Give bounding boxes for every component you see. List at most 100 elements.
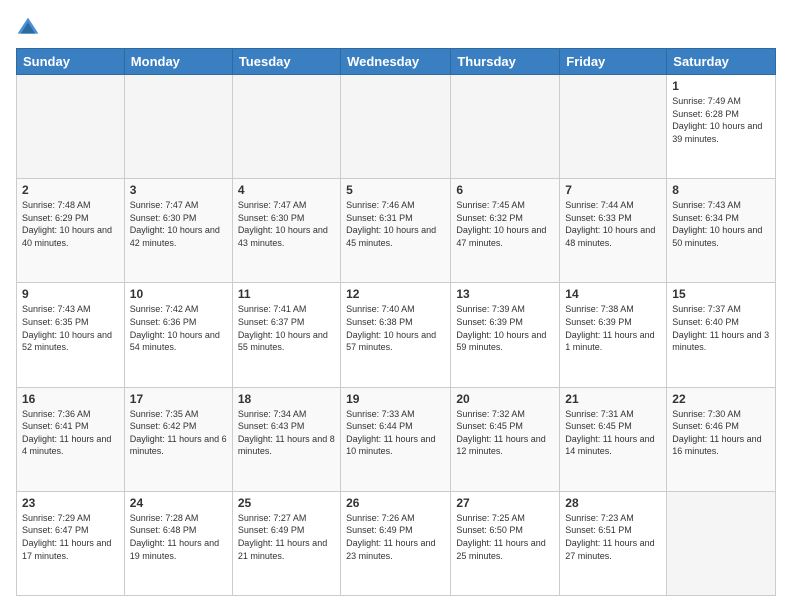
calendar-cell: 11 Sunrise: 7:41 AM Sunset: 6:37 PM Dayl… xyxy=(232,283,340,387)
logo xyxy=(16,16,42,40)
weekday-header: Sunday xyxy=(17,49,125,75)
calendar-cell: 1 Sunrise: 7:49 AM Sunset: 6:28 PM Dayli… xyxy=(667,75,776,179)
sunset-label: Sunset: 6:42 PM xyxy=(130,421,197,431)
calendar-cell: 16 Sunrise: 7:36 AM Sunset: 6:41 PM Dayl… xyxy=(17,387,125,491)
sunrise-label: Sunrise: 7:39 AM xyxy=(456,304,525,314)
day-info: Sunrise: 7:35 AM Sunset: 6:42 PM Dayligh… xyxy=(130,408,227,458)
calendar-cell: 4 Sunrise: 7:47 AM Sunset: 6:30 PM Dayli… xyxy=(232,179,340,283)
day-number: 28 xyxy=(565,496,661,510)
sunset-label: Sunset: 6:38 PM xyxy=(346,317,413,327)
daylight-label: Daylight: 10 hours and 59 minutes. xyxy=(456,330,546,353)
weekday-header: Thursday xyxy=(451,49,560,75)
daylight-label: Daylight: 10 hours and 54 minutes. xyxy=(130,330,220,353)
day-number: 16 xyxy=(22,392,119,406)
sunset-label: Sunset: 6:40 PM xyxy=(672,317,739,327)
sunset-label: Sunset: 6:49 PM xyxy=(346,525,413,535)
calendar-cell: 24 Sunrise: 7:28 AM Sunset: 6:48 PM Dayl… xyxy=(124,491,232,595)
day-number: 2 xyxy=(22,183,119,197)
day-info: Sunrise: 7:23 AM Sunset: 6:51 PM Dayligh… xyxy=(565,512,661,562)
sunrise-label: Sunrise: 7:23 AM xyxy=(565,513,634,523)
calendar-cell: 18 Sunrise: 7:34 AM Sunset: 6:43 PM Dayl… xyxy=(232,387,340,491)
calendar-cell xyxy=(451,75,560,179)
sunrise-label: Sunrise: 7:43 AM xyxy=(672,200,741,210)
sunrise-label: Sunrise: 7:38 AM xyxy=(565,304,634,314)
day-number: 8 xyxy=(672,183,770,197)
sunset-label: Sunset: 6:51 PM xyxy=(565,525,632,535)
calendar-cell xyxy=(560,75,667,179)
day-info: Sunrise: 7:44 AM Sunset: 6:33 PM Dayligh… xyxy=(565,199,661,249)
daylight-label: Daylight: 11 hours and 14 minutes. xyxy=(565,434,654,457)
sunrise-label: Sunrise: 7:41 AM xyxy=(238,304,307,314)
day-number: 18 xyxy=(238,392,335,406)
daylight-label: Daylight: 10 hours and 57 minutes. xyxy=(346,330,436,353)
sunset-label: Sunset: 6:47 PM xyxy=(22,525,89,535)
sunrise-label: Sunrise: 7:44 AM xyxy=(565,200,634,210)
page: SundayMondayTuesdayWednesdayThursdayFrid… xyxy=(0,0,792,612)
weekday-header: Friday xyxy=(560,49,667,75)
weekday-header: Tuesday xyxy=(232,49,340,75)
sunset-label: Sunset: 6:49 PM xyxy=(238,525,305,535)
day-info: Sunrise: 7:43 AM Sunset: 6:35 PM Dayligh… xyxy=(22,303,119,353)
daylight-label: Daylight: 11 hours and 27 minutes. xyxy=(565,538,654,561)
day-number: 7 xyxy=(565,183,661,197)
daylight-label: Daylight: 11 hours and 10 minutes. xyxy=(346,434,435,457)
sunset-label: Sunset: 6:50 PM xyxy=(456,525,523,535)
daylight-label: Daylight: 11 hours and 23 minutes. xyxy=(346,538,435,561)
sunrise-label: Sunrise: 7:47 AM xyxy=(238,200,307,210)
calendar-cell: 21 Sunrise: 7:31 AM Sunset: 6:45 PM Dayl… xyxy=(560,387,667,491)
sunrise-label: Sunrise: 7:32 AM xyxy=(456,409,525,419)
daylight-label: Daylight: 11 hours and 6 minutes. xyxy=(130,434,227,457)
day-info: Sunrise: 7:29 AM Sunset: 6:47 PM Dayligh… xyxy=(22,512,119,562)
calendar-cell: 23 Sunrise: 7:29 AM Sunset: 6:47 PM Dayl… xyxy=(17,491,125,595)
day-info: Sunrise: 7:48 AM Sunset: 6:29 PM Dayligh… xyxy=(22,199,119,249)
sunset-label: Sunset: 6:37 PM xyxy=(238,317,305,327)
daylight-label: Daylight: 11 hours and 16 minutes. xyxy=(672,434,761,457)
calendar-cell: 2 Sunrise: 7:48 AM Sunset: 6:29 PM Dayli… xyxy=(17,179,125,283)
calendar-cell: 10 Sunrise: 7:42 AM Sunset: 6:36 PM Dayl… xyxy=(124,283,232,387)
day-number: 26 xyxy=(346,496,445,510)
day-number: 13 xyxy=(456,287,554,301)
sunrise-label: Sunrise: 7:26 AM xyxy=(346,513,415,523)
weekday-header: Saturday xyxy=(667,49,776,75)
day-number: 10 xyxy=(130,287,227,301)
day-info: Sunrise: 7:37 AM Sunset: 6:40 PM Dayligh… xyxy=(672,303,770,353)
sunset-label: Sunset: 6:30 PM xyxy=(130,213,197,223)
sunset-label: Sunset: 6:39 PM xyxy=(456,317,523,327)
day-info: Sunrise: 7:27 AM Sunset: 6:49 PM Dayligh… xyxy=(238,512,335,562)
day-number: 14 xyxy=(565,287,661,301)
sunrise-label: Sunrise: 7:45 AM xyxy=(456,200,525,210)
day-number: 12 xyxy=(346,287,445,301)
day-number: 23 xyxy=(22,496,119,510)
calendar-week-row: 2 Sunrise: 7:48 AM Sunset: 6:29 PM Dayli… xyxy=(17,179,776,283)
day-info: Sunrise: 7:46 AM Sunset: 6:31 PM Dayligh… xyxy=(346,199,445,249)
day-number: 17 xyxy=(130,392,227,406)
calendar-cell: 7 Sunrise: 7:44 AM Sunset: 6:33 PM Dayli… xyxy=(560,179,667,283)
sunset-label: Sunset: 6:31 PM xyxy=(346,213,413,223)
sunrise-label: Sunrise: 7:46 AM xyxy=(346,200,415,210)
day-number: 9 xyxy=(22,287,119,301)
sunrise-label: Sunrise: 7:49 AM xyxy=(672,96,741,106)
day-number: 11 xyxy=(238,287,335,301)
day-number: 6 xyxy=(456,183,554,197)
sunrise-label: Sunrise: 7:28 AM xyxy=(130,513,199,523)
calendar-cell: 28 Sunrise: 7:23 AM Sunset: 6:51 PM Dayl… xyxy=(560,491,667,595)
calendar-cell: 6 Sunrise: 7:45 AM Sunset: 6:32 PM Dayli… xyxy=(451,179,560,283)
calendar-cell: 8 Sunrise: 7:43 AM Sunset: 6:34 PM Dayli… xyxy=(667,179,776,283)
sunset-label: Sunset: 6:44 PM xyxy=(346,421,413,431)
day-number: 20 xyxy=(456,392,554,406)
day-info: Sunrise: 7:42 AM Sunset: 6:36 PM Dayligh… xyxy=(130,303,227,353)
day-info: Sunrise: 7:25 AM Sunset: 6:50 PM Dayligh… xyxy=(456,512,554,562)
day-info: Sunrise: 7:26 AM Sunset: 6:49 PM Dayligh… xyxy=(346,512,445,562)
sunset-label: Sunset: 6:32 PM xyxy=(456,213,523,223)
daylight-label: Daylight: 11 hours and 25 minutes. xyxy=(456,538,545,561)
sunset-label: Sunset: 6:43 PM xyxy=(238,421,305,431)
daylight-label: Daylight: 11 hours and 17 minutes. xyxy=(22,538,111,561)
sunset-label: Sunset: 6:34 PM xyxy=(672,213,739,223)
calendar-week-row: 23 Sunrise: 7:29 AM Sunset: 6:47 PM Dayl… xyxy=(17,491,776,595)
sunrise-label: Sunrise: 7:30 AM xyxy=(672,409,741,419)
day-info: Sunrise: 7:45 AM Sunset: 6:32 PM Dayligh… xyxy=(456,199,554,249)
sunrise-label: Sunrise: 7:43 AM xyxy=(22,304,91,314)
calendar-cell xyxy=(124,75,232,179)
calendar-cell: 15 Sunrise: 7:37 AM Sunset: 6:40 PM Dayl… xyxy=(667,283,776,387)
sunset-label: Sunset: 6:29 PM xyxy=(22,213,89,223)
